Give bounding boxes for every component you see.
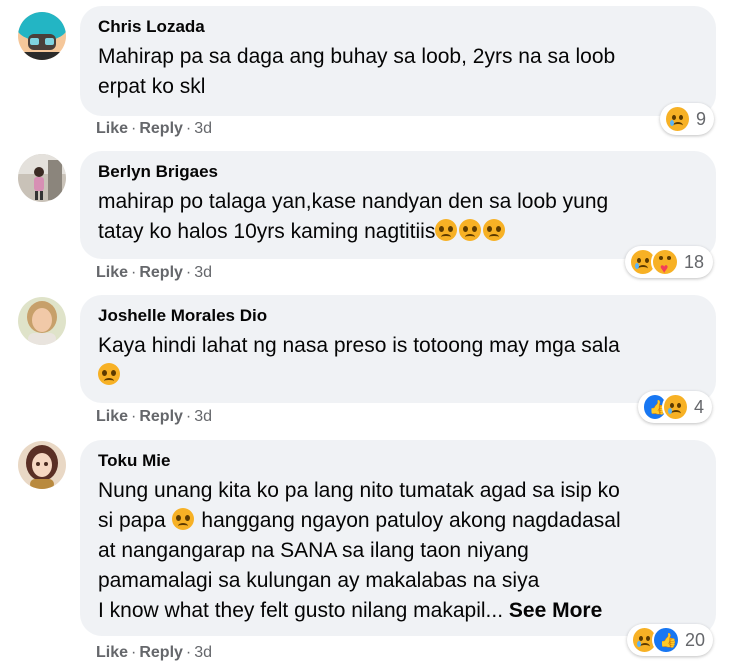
separator: ·	[131, 120, 137, 137]
comment-bubble: Toku Mie Nung unang kita ko pa lang nito…	[80, 440, 716, 636]
like-link[interactable]: Like	[96, 120, 128, 137]
see-more-link[interactable]: See More	[509, 599, 602, 622]
timestamp[interactable]: 3d	[194, 120, 212, 137]
comment-line: Nung unang kita ko pa lang nito tumatak …	[98, 479, 620, 502]
comment-actions: Like · Reply · 3d	[96, 643, 212, 663]
comment-line: at nangangarap na SANA sa ilang taon niy…	[98, 539, 529, 562]
comment-author[interactable]: Toku Mie	[98, 450, 698, 472]
comment-text: Nung unang kita ko pa lang nito tumatak …	[98, 476, 698, 626]
reaction-summary[interactable]: 👍 4	[638, 391, 712, 423]
reaction-count: 9	[695, 108, 706, 129]
timestamp[interactable]: 3d	[194, 408, 212, 425]
comment-author[interactable]: Chris Lozada	[98, 16, 698, 38]
reply-link[interactable]: Reply	[139, 120, 183, 137]
reaction-count: 20	[684, 629, 705, 650]
comment-line: Kaya hindi lahat ng nasa preso is totoon…	[98, 334, 620, 357]
like-reaction-icon: 👍	[652, 626, 680, 654]
comment-line: tatay ko halos 10yrs kaming nagtitiis	[98, 220, 436, 243]
avatar[interactable]	[18, 12, 66, 60]
comment-author[interactable]: Joshelle Morales Dio	[98, 305, 698, 327]
separator: ·	[131, 408, 137, 425]
avatar[interactable]	[18, 297, 66, 345]
avatar[interactable]	[18, 441, 66, 489]
comment-author[interactable]: Berlyn Brigaes	[98, 161, 698, 183]
comment-line: Mahirap pa sa daga ang buhay sa loob, 2y…	[98, 45, 616, 68]
comment-actions: Like · Reply · 3d	[96, 263, 212, 283]
care-reaction-icon: ♥	[651, 248, 679, 276]
comment-bubble: Berlyn Brigaes mahirap po talaga yan,kas…	[80, 151, 716, 259]
timestamp[interactable]: 3d	[194, 644, 212, 661]
separator: ·	[131, 644, 137, 661]
comment-line: erpat ko skl	[98, 75, 206, 98]
comment-line: pamamalagi sa kulungan ay makalabas na s…	[98, 569, 540, 592]
reply-link[interactable]: Reply	[139, 644, 183, 661]
sad-emoji-icon	[171, 508, 194, 530]
avatar[interactable]	[18, 154, 66, 202]
comment-text: mahirap po talaga yan,kase nandyan den s…	[98, 187, 698, 247]
comment-actions: Like · Reply · 3d	[96, 119, 212, 139]
comment-text: Kaya hindi lahat ng nasa preso is totoon…	[98, 331, 698, 391]
like-link[interactable]: Like	[96, 264, 128, 281]
crying-emoji-icon	[483, 219, 506, 241]
like-link[interactable]: Like	[96, 644, 128, 661]
comment-line: si papa	[98, 509, 166, 532]
crying-emoji-icon	[435, 219, 458, 241]
comment-text: Mahirap pa sa daga ang buhay sa loob, 2y…	[98, 42, 698, 102]
comment-line: mahirap po talaga yan,kase nandyan den s…	[98, 190, 609, 213]
separator: ·	[131, 264, 137, 281]
reaction-count: 4	[693, 396, 704, 417]
sad-reaction-icon	[662, 393, 689, 421]
separator: ·	[185, 264, 192, 281]
sad-reaction-icon	[664, 105, 691, 133]
reaction-summary[interactable]: 9	[660, 103, 714, 135]
comment-line: hanggang ngayon patuloy akong nagdadasal	[201, 509, 621, 532]
separator: ·	[185, 120, 192, 137]
crying-emoji-icon	[98, 363, 120, 385]
reply-link[interactable]: Reply	[139, 408, 183, 425]
comment-bubble: Chris Lozada Mahirap pa sa daga ang buha…	[80, 6, 716, 116]
reply-link[interactable]: Reply	[139, 264, 183, 281]
reaction-summary[interactable]: 👍 20	[627, 624, 713, 656]
separator: ·	[185, 644, 192, 661]
timestamp[interactable]: 3d	[194, 264, 212, 281]
separator: ·	[185, 408, 192, 425]
like-link[interactable]: Like	[96, 408, 128, 425]
crying-emoji-icon	[459, 219, 482, 241]
reaction-summary[interactable]: ♥ 18	[625, 246, 713, 278]
comment-actions: Like · Reply · 3d	[96, 407, 212, 427]
comment-bubble: Joshelle Morales Dio Kaya hindi lahat ng…	[80, 295, 716, 403]
reaction-count: 18	[684, 251, 705, 272]
comment-line: I know what they felt gusto nilang makap…	[98, 599, 504, 622]
